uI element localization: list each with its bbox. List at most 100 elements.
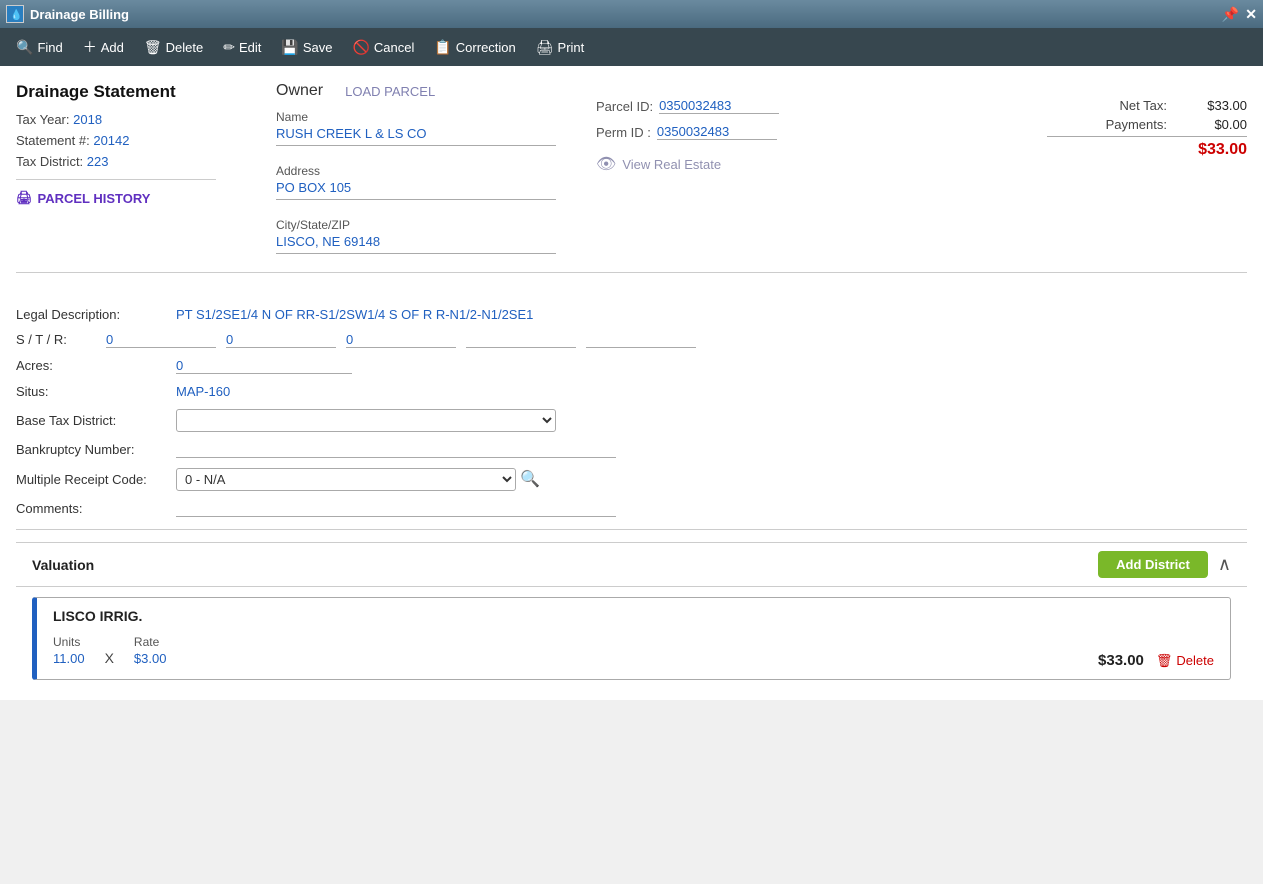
tax-district-row: Tax District: 223 <box>16 154 236 169</box>
pin-icon[interactable]: 📌 <box>1222 6 1239 23</box>
base-tax-district-row: Base Tax District: <box>16 409 1247 432</box>
drainage-statement-heading: Drainage Statement <box>16 82 236 102</box>
statement-label: Statement #: <box>16 133 90 148</box>
perm-id-row: Perm ID : 0350032483 <box>596 124 836 140</box>
delete-icon: 🗑 <box>1156 653 1173 669</box>
acres-row: Acres: <box>16 358 1247 374</box>
save-button[interactable]: 💾 Save <box>273 35 340 60</box>
parcel-history-label: PARCEL HISTORY <box>38 191 151 206</box>
top-section: Drainage Statement Tax Year: 2018 Statem… <box>16 82 1247 264</box>
save-icon: 💾 <box>281 39 298 56</box>
district-name: LISCO IRRIG. <box>53 608 1214 624</box>
owner-city-label: City/State/ZIP <box>276 218 556 232</box>
net-tax-row: Net Tax: $33.00 <box>836 98 1247 113</box>
close-button[interactable]: ✕ <box>1245 6 1257 23</box>
str-t-input[interactable] <box>226 332 336 348</box>
lower-section: Legal Description: PT S1/2SE1/4 N OF RR-… <box>0 297 1263 700</box>
parcel-history-link[interactable]: 🖨 PARCEL HISTORY <box>16 190 236 206</box>
district-card: LISCO IRRIG. Units 11.00 X Rate $3.00 $3… <box>32 597 1231 680</box>
cancel-button[interactable]: 🚫 Cancel <box>344 35 422 60</box>
delete-icon: 🗑 <box>144 39 162 56</box>
district-row: Units 11.00 X Rate $3.00 $33.00 🗑 Delete <box>53 632 1214 669</box>
comments-label: Comments: <box>16 501 176 516</box>
situs-label: Situs: <box>16 384 176 399</box>
str-row: S / T / R: <box>16 332 1247 348</box>
legal-description-value: PT S1/2SE1/4 N OF RR-S1/2SW1/4 S OF R R-… <box>176 307 533 322</box>
collapse-icon: ∧ <box>1218 554 1231 574</box>
bankruptcy-number-input[interactable] <box>176 442 616 458</box>
acres-input[interactable] <box>176 358 352 374</box>
x-separator: X <box>105 650 114 666</box>
printer-icon: 🖨 <box>16 190 33 206</box>
view-real-estate-button[interactable]: 👁 View Real Estate <box>596 154 721 174</box>
units-label: Units <box>53 635 85 649</box>
str-extra-input[interactable] <box>466 332 576 348</box>
rate-value: $3.00 <box>134 651 167 666</box>
correction-icon: 📋 <box>434 39 451 56</box>
situs-value: MAP-160 <box>176 384 230 399</box>
collapse-button[interactable]: ∧ <box>1218 554 1231 575</box>
owner-heading: Owner <box>276 82 323 100</box>
print-button[interactable]: 🖨 Print <box>528 35 593 60</box>
base-tax-district-label: Base Tax District: <box>16 413 176 428</box>
add-district-button[interactable]: Add District <box>1098 551 1208 578</box>
multiple-receipt-search-button[interactable]: 🔍 <box>520 469 540 489</box>
situs-row: Situs: MAP-160 <box>16 384 1247 399</box>
multiple-receipt-code-select[interactable]: 0 - N/A <box>176 468 516 491</box>
eye-icon: 👁 <box>596 154 616 174</box>
district-rate-col: Rate $3.00 <box>134 635 167 666</box>
find-button[interactable]: 🔍 Find <box>8 35 71 60</box>
legal-description-row: Legal Description: PT S1/2SE1/4 N OF RR-… <box>16 307 1247 322</box>
comments-input[interactable] <box>176 501 616 517</box>
find-icon: 🔍 <box>16 39 33 56</box>
owner-address-field: Address PO BOX 105 <box>276 164 556 200</box>
cancel-icon: 🚫 <box>352 39 369 56</box>
payments-value: $0.00 <box>1187 117 1247 132</box>
owner-city-field: City/State/ZIP LISCO, NE 69148 <box>276 218 556 254</box>
add-icon: ＋ <box>83 37 97 57</box>
statement-row: Statement #: 20142 <box>16 133 236 148</box>
add-button[interactable]: ＋ Add <box>75 33 132 61</box>
tax-year-label: Tax Year: <box>16 112 70 127</box>
str-extra2-input[interactable] <box>586 332 696 348</box>
str-s-input[interactable] <box>106 332 216 348</box>
str-label: S / T / R: <box>16 332 96 347</box>
parcel-id-row: Parcel ID: 0350032483 <box>596 98 836 114</box>
app-icon: 💧 <box>6 5 24 23</box>
bankruptcy-number-label: Bankruptcy Number: <box>16 442 176 457</box>
edit-icon: ✏ <box>223 39 235 56</box>
owner-name-label: Name <box>276 110 556 124</box>
edit-button[interactable]: ✏ Edit <box>215 35 269 60</box>
delete-button[interactable]: 🗑 Delete <box>136 35 211 60</box>
owner-city-value: LISCO, NE 69148 <box>276 234 556 254</box>
correction-button[interactable]: 📋 Correction <box>426 35 523 60</box>
net-tax-value: $33.00 <box>1187 98 1247 113</box>
base-tax-district-select[interactable] <box>176 409 556 432</box>
comments-row: Comments: <box>16 501 1247 517</box>
owner-address-value: PO BOX 105 <box>276 180 556 200</box>
load-parcel-button[interactable]: LOAD PARCEL <box>345 84 435 99</box>
net-tax-col: Net Tax: $33.00 Payments: $0.00 $33.00 <box>836 82 1247 159</box>
multiple-receipt-code-label: Multiple Receipt Code: <box>16 472 176 487</box>
parcel-id-value[interactable]: 0350032483 <box>659 98 779 114</box>
parcel-id-label: Parcel ID: <box>596 99 653 114</box>
toolbar: 🔍 Find ＋ Add 🗑 Delete ✏ Edit 💾 Save 🚫 Ca… <box>0 28 1263 66</box>
main-content: Drainage Statement Tax Year: 2018 Statem… <box>0 66 1263 297</box>
app-title: Drainage Billing <box>30 7 1222 22</box>
valuation-section: Valuation Add District ∧ LISCO IRRIG. Un… <box>16 542 1247 680</box>
district-units-col: Units 11.00 <box>53 635 85 666</box>
bankruptcy-number-row: Bankruptcy Number: <box>16 442 1247 458</box>
multiple-receipt-code-row: Multiple Receipt Code: 0 - N/A 🔍 <box>16 468 1247 491</box>
valuation-header: Valuation Add District ∧ <box>16 542 1247 587</box>
drainage-statement-col: Drainage Statement Tax Year: 2018 Statem… <box>16 82 236 206</box>
rate-label: Rate <box>134 635 167 649</box>
statement-value: 20142 <box>93 133 129 148</box>
payments-row: Payments: $0.00 <box>836 117 1247 132</box>
delete-district-button[interactable]: 🗑 Delete <box>1156 653 1214 669</box>
total-due: $33.00 <box>836 141 1247 159</box>
valuation-title: Valuation <box>32 557 94 573</box>
owner-name-field: Name RUSH CREEK L & LS CO <box>276 110 556 146</box>
perm-id-value[interactable]: 0350032483 <box>657 124 777 140</box>
tax-district-value: 223 <box>87 154 109 169</box>
str-r-input[interactable] <box>346 332 456 348</box>
